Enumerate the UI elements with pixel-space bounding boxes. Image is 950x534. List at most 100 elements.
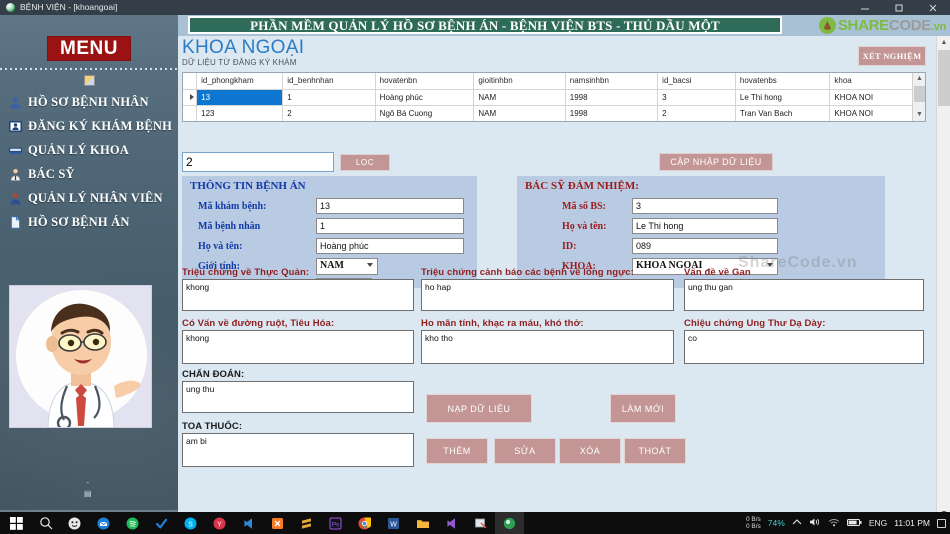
sidebar-item-quan-ly-khoa[interactable]: QUẢN LÝ KHOA <box>0 138 178 162</box>
symptom-tieu-hoa-input[interactable]: khong <box>182 330 414 364</box>
maximize-icon[interactable] <box>882 0 916 15</box>
cap-nhap-du-lieu-button[interactable]: CẬP NHẬP DỮ LIỆU <box>659 153 773 171</box>
ma-kham-benh-input[interactable] <box>316 198 464 214</box>
search-icon[interactable] <box>31 512 60 534</box>
file-icon <box>9 215 22 229</box>
column-header[interactable]: hovatenbn <box>375 73 475 90</box>
column-header[interactable]: namsinhbn <box>565 73 659 90</box>
column-header[interactable]: id_phongkham <box>196 73 284 90</box>
chrome-icon[interactable] <box>350 512 379 534</box>
symptom-long-nguc-input[interactable]: ho hap <box>421 279 674 311</box>
close-icon[interactable] <box>916 0 950 15</box>
table-cell: Hoàng phúc <box>375 89 475 106</box>
snip-icon[interactable] <box>466 512 495 534</box>
xampp-icon[interactable] <box>263 512 292 534</box>
symptom-label: Chiệu chứng Ung Thư Dạ Dày: <box>684 318 826 329</box>
patient-data-grid[interactable]: id_phongkham id_benhnhan hovatenbn gioit… <box>182 72 926 122</box>
sidebar-item-label: QUẢN LÝ NHÂN VIÊN <box>28 190 163 205</box>
sidebar-item-label: QUẢN LÝ KHOA <box>28 142 130 157</box>
diagnosis-input[interactable]: ung thu <box>182 381 414 413</box>
diagnosis-label: CHẨN ĐOÁN: <box>182 369 245 380</box>
sublime-icon[interactable] <box>292 512 321 534</box>
sidebar-item-bac-sy[interactable]: BÁC SỸ <box>0 162 178 186</box>
table-cell: KHOA NOI <box>829 105 925 121</box>
column-header[interactable]: khoa <box>829 73 925 90</box>
symptom-label: Vấn đề về Gan <box>684 267 751 278</box>
loc-button[interactable]: LỌC <box>340 154 390 171</box>
mail-icon[interactable] <box>89 512 118 534</box>
column-header[interactable]: id_benhnhan <box>282 73 376 90</box>
window-title-text: BỆNH VIỆN - [khoangoai] <box>20 2 118 12</box>
sidebar-item-dang-ky-kham-benh[interactable]: ĐĂNG KÝ KHÁM BỆNH <box>0 114 178 138</box>
xoa-button[interactable]: XÓA <box>559 438 621 464</box>
thoat-button[interactable]: THOÁT <box>624 438 686 464</box>
wifi-icon[interactable] <box>828 517 840 529</box>
field-label: Mã bệnh nhân <box>198 220 261 232</box>
action-center-icon[interactable] <box>937 518 946 528</box>
hospital-icon <box>84 75 95 86</box>
column-header[interactable]: id_bacsi <box>657 73 736 90</box>
logo-text-share: SHARE <box>837 17 889 34</box>
sidebar-item-label: ĐĂNG KÝ KHÁM BỆNH <box>28 118 173 133</box>
sidebar-item-ho-so-benh-an[interactable]: HỒ SƠ BỆNH ÁN <box>0 210 178 234</box>
table-cell: NAM <box>473 89 566 106</box>
system-tray: 0 B/s 0 B/s 74% ENG 11:01 PM <box>746 512 946 534</box>
sidebar-item-label: HỒ SƠ BỆNH ÁN <box>28 214 130 229</box>
ma-so-bs-input[interactable] <box>632 198 778 214</box>
explorer-icon[interactable] <box>408 512 437 534</box>
vs-icon[interactable] <box>437 512 466 534</box>
column-header[interactable]: hovatenbs <box>735 73 831 90</box>
minimize-icon[interactable] <box>848 0 882 15</box>
table-row[interactable]: 123 2 Ngô Bá Cuong NAM 1998 2 Tran Van B… <box>183 105 925 121</box>
scroll-up-icon[interactable]: ▲ <box>937 36 950 49</box>
yandex-icon[interactable]: Y <box>205 512 234 534</box>
grid-scrollbar[interactable]: ▲ ▼ <box>912 73 925 121</box>
symptom-da-day-input[interactable]: co <box>684 330 924 364</box>
column-header[interactable]: gioitinhbn <box>473 73 566 90</box>
scroll-up-icon[interactable]: ▲ <box>913 73 925 85</box>
application-window: BỆNH VIỆN - [khoangoai] MENU HỒ SƠ BỆNH … <box>0 0 950 522</box>
spotify-icon[interactable] <box>118 512 147 534</box>
gioi-tinh-select[interactable]: NAM <box>316 258 378 275</box>
vscode-icon[interactable] <box>234 512 263 534</box>
prescription-input[interactable]: am bi <box>182 433 414 467</box>
tray-expand-icon[interactable] <box>792 518 802 528</box>
ho-va-ten-benh-nhan-input[interactable] <box>316 238 464 254</box>
them-button[interactable]: THÊM <box>426 438 488 464</box>
photoshop-icon[interactable]: Ps <box>321 512 350 534</box>
symptom-ho-man-tinh-input[interactable]: kho tho <box>421 330 674 364</box>
ma-benh-nhan-input[interactable] <box>316 218 464 234</box>
battery-icon[interactable] <box>846 518 862 529</box>
start-icon[interactable] <box>2 512 31 534</box>
page-subtitle: DỮ LIỆU TỪ ĐĂNG KÝ KHÁM <box>182 58 297 67</box>
language-indicator[interactable]: ENG <box>869 518 887 528</box>
network-down-speed: 0 B/s <box>745 523 761 530</box>
cortana-icon[interactable] <box>60 512 89 534</box>
skype-icon[interactable]: S <box>176 512 205 534</box>
app-icon[interactable] <box>495 512 524 534</box>
word-icon[interactable]: W <box>379 512 408 534</box>
todo-icon[interactable] <box>147 512 176 534</box>
nap-du-lieu-button[interactable]: NẠP DỮ LIỆU <box>426 394 532 423</box>
sua-button[interactable]: SỬA <box>494 438 556 464</box>
form-scrollbar[interactable]: ▲ ▼ <box>936 36 950 520</box>
lam-moi-button[interactable]: LÀM MỚI <box>610 394 676 423</box>
symptom-thuc-quan-input[interactable]: khong <box>182 279 414 311</box>
table-row[interactable]: 13 1 Hoàng phúc NAM 1998 3 Le Thi hong K… <box>183 89 925 106</box>
scrollbar-thumb[interactable] <box>914 86 925 102</box>
sidebar-item-ho-so-benh-nhan[interactable]: HỒ SƠ BỆNH NHÂN <box>0 90 178 114</box>
scroll-down-icon[interactable]: ▼ <box>913 109 925 121</box>
symptom-gan-input[interactable]: ung thu gan <box>684 279 924 311</box>
doctor-id-input[interactable] <box>632 238 778 254</box>
doctor-avatar <box>9 285 152 428</box>
volume-icon[interactable] <box>809 517 821 529</box>
sidebar-item-quan-ly-nhan-vien[interactable]: QUẢN LÝ NHÂN VIÊN <box>0 186 178 210</box>
id-card-icon <box>9 120 22 133</box>
xet-nghiem-button[interactable]: XÉT NGHIỆM <box>858 46 926 66</box>
field-label: ID: <box>562 240 577 252</box>
scrollbar-thumb[interactable] <box>938 50 950 106</box>
patient-panel-title: THÔNG TIN BỆNH ÁN <box>190 180 306 192</box>
taskbar-clock[interactable]: 11:01 PM <box>894 518 930 528</box>
ho-va-ten-bac-sy-input[interactable] <box>632 218 778 234</box>
filter-input[interactable] <box>182 152 334 172</box>
